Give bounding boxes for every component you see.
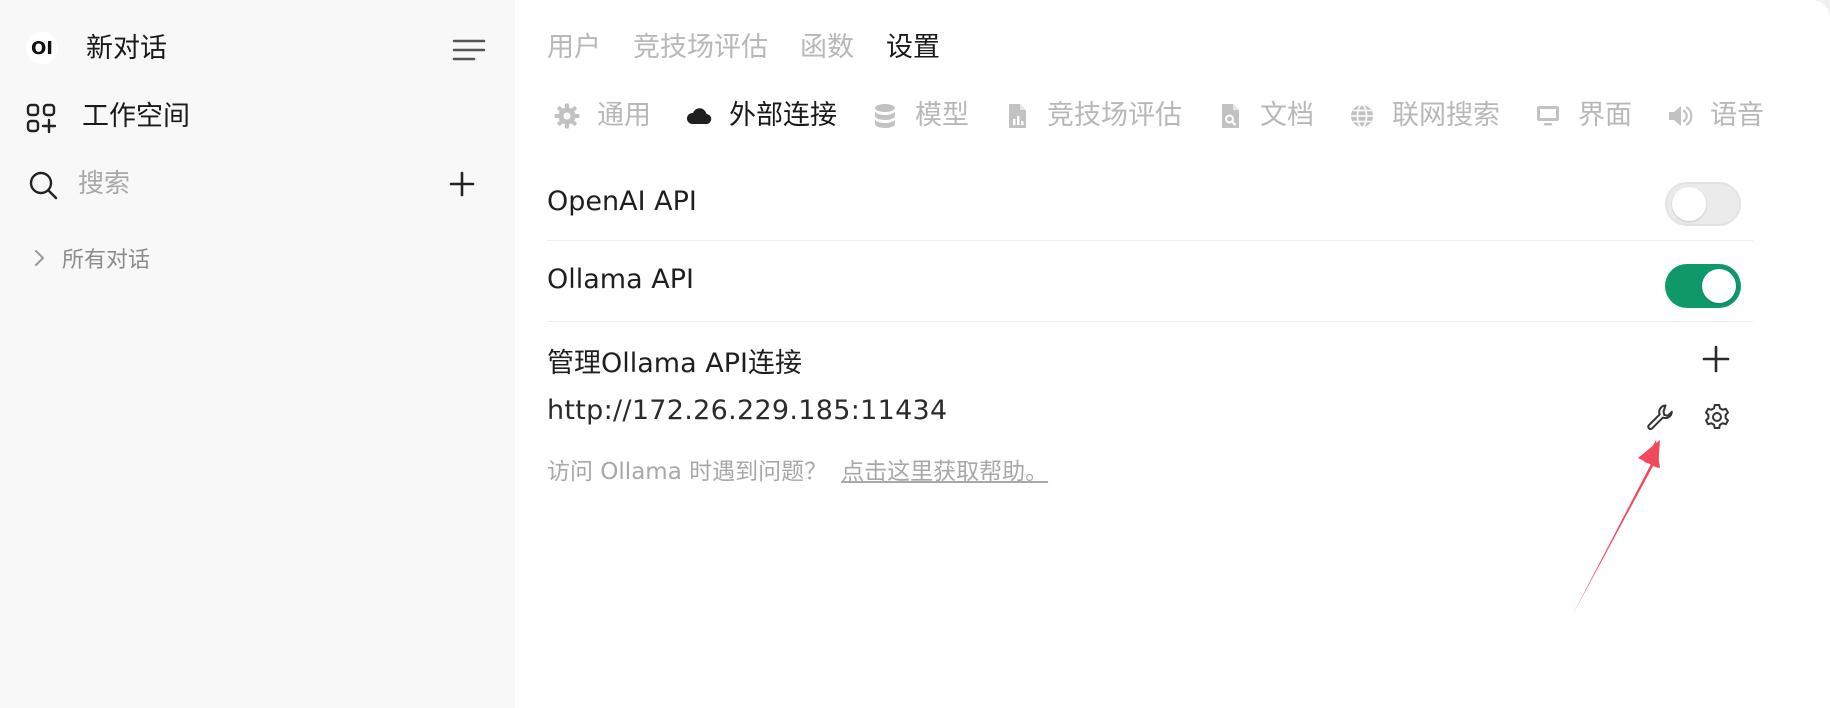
settings-tabs: 通用 外部连接 模型 竞技场评估 文档 联网搜索 界面 语音: [553, 96, 1798, 136]
help-text: 访问 Ollama 时遇到问题？ 点击这里获取帮助。: [547, 452, 1048, 486]
tab-settings[interactable]: 设置: [886, 30, 940, 66]
annotation-arrow: [1572, 440, 1660, 616]
openai-api-row: OpenAI API: [547, 186, 1753, 217]
chevron-right-icon: [35, 250, 44, 266]
app-logo[interactable]: OI: [26, 32, 58, 64]
cloud-icon: [686, 108, 712, 125]
all-chats-label: 所有对话: [62, 248, 151, 273]
settings-tab-models-label: 模型: [915, 100, 969, 131]
settings-tab-interface-label: 界面: [1578, 100, 1632, 131]
tab-arena[interactable]: 竞技场评估: [633, 30, 768, 66]
settings-tab-arena-label: 竞技场评估: [1047, 100, 1182, 131]
gear-icon[interactable]: [1702, 402, 1732, 432]
document-chart-icon: [1009, 104, 1026, 128]
ollama-api-row: Ollama API: [547, 264, 1753, 295]
settings-tab-audio[interactable]: 语音: [1666, 96, 1764, 136]
globe-icon: [1351, 104, 1373, 128]
search-icon: [29, 171, 58, 200]
tab-users[interactable]: 用户: [547, 30, 601, 66]
new-chat-button[interactable]: 新对话: [86, 32, 167, 66]
settings-tab-interface[interactable]: 界面: [1534, 96, 1632, 136]
wrench-icon[interactable]: [1645, 402, 1675, 432]
admin-tabs: 用户 竞技场评估 函数 设置: [547, 30, 940, 66]
help-text-label: 访问 Ollama 时遇到问题？: [547, 459, 828, 485]
all-chats-toggle[interactable]: 所有对话: [32, 242, 150, 274]
document-search-icon: [1222, 104, 1239, 128]
speaker-icon: [1669, 106, 1693, 126]
help-link[interactable]: 点击这里获取帮助。: [841, 459, 1048, 485]
settings-tab-arena[interactable]: 竞技场评估: [1003, 96, 1182, 136]
manage-connections-label: 管理Ollama API连接: [547, 348, 802, 379]
sidebar: OI 新对话 工作空间 所有对话: [0, 0, 515, 708]
settings-tab-general-label: 通用: [597, 100, 651, 131]
openai-api-label: OpenAI API: [547, 186, 697, 217]
add-connection-plus-icon[interactable]: [1701, 344, 1731, 374]
toggle-knob: [1672, 187, 1706, 221]
settings-tab-documents[interactable]: 文档: [1216, 96, 1314, 136]
ollama-api-toggle[interactable]: [1665, 264, 1741, 308]
workspace-link[interactable]: 工作空间: [82, 100, 190, 134]
settings-tab-connections-label: 外部连接: [729, 100, 837, 131]
tab-functions[interactable]: 函数: [800, 30, 854, 66]
settings-tab-web-search[interactable]: 联网搜索: [1348, 96, 1500, 136]
workspace-icon: [26, 103, 56, 133]
settings-tab-connections[interactable]: 外部连接: [685, 96, 837, 136]
toggle-knob: [1702, 269, 1736, 303]
settings-tab-general[interactable]: 通用: [553, 96, 651, 136]
new-folder-plus-icon[interactable]: [448, 170, 476, 198]
divider: [547, 240, 1753, 241]
openai-api-toggle[interactable]: [1665, 182, 1741, 226]
menu-icon[interactable]: [452, 36, 486, 64]
connection-url: http://172.26.229.185:11434: [547, 395, 948, 426]
settings-tab-web-search-label: 联网搜索: [1392, 100, 1500, 131]
monitor-icon: [1537, 106, 1559, 126]
settings-tab-documents-label: 文档: [1260, 100, 1314, 131]
divider: [547, 321, 1753, 322]
settings-tab-audio-label: 语音: [1710, 100, 1764, 131]
ollama-api-label: Ollama API: [547, 264, 694, 295]
settings-tab-models[interactable]: 模型: [871, 96, 969, 136]
search-input[interactable]: [78, 166, 378, 202]
gear-icon: [554, 103, 580, 129]
database-icon: [875, 104, 895, 128]
